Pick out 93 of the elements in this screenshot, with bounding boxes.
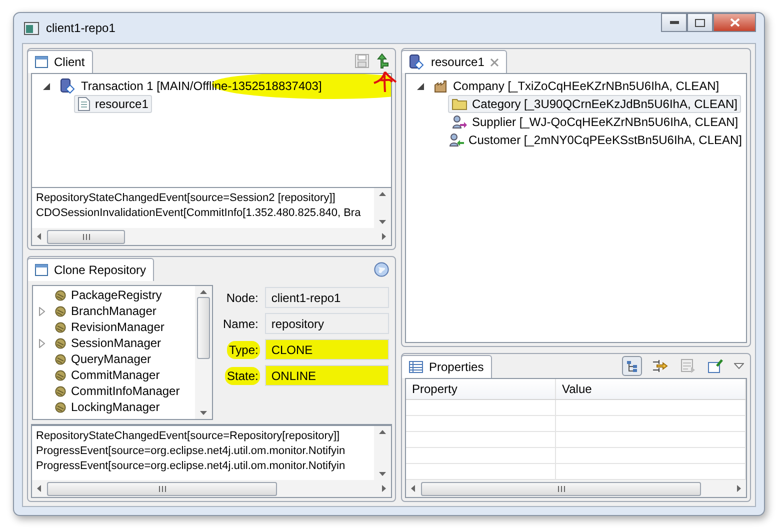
vertical-scrollbar[interactable] bbox=[374, 426, 391, 480]
tree-item[interactable]: CommitInfoManager bbox=[51, 382, 184, 400]
log-line: ProgressEvent[source=org.eclipse.net4j.util.om.monitor.Notifyin bbox=[36, 459, 346, 474]
log-line: RepositoryStateChangedEvent[source=Repository[repository]] bbox=[36, 429, 340, 444]
log-line: ProgressEvent[source=org.eclipse.net4j.util.om.monitor.Notifyin bbox=[36, 444, 346, 459]
editor-tab[interactable]: resource1 bbox=[401, 50, 508, 73]
pin-icon bbox=[708, 359, 724, 373]
scroll-left-icon[interactable] bbox=[37, 233, 41, 240]
globe-icon[interactable] bbox=[374, 262, 389, 276]
app-icon bbox=[24, 22, 39, 34]
expand-icon[interactable] bbox=[38, 338, 44, 348]
expand-icon[interactable] bbox=[38, 306, 44, 316]
tree-item[interactable]: LockingManager bbox=[51, 398, 164, 416]
field-label: Name: bbox=[222, 316, 260, 332]
close-button[interactable] bbox=[713, 13, 756, 32]
grip-icon bbox=[158, 486, 166, 492]
scroll-up-icon[interactable] bbox=[379, 192, 386, 196]
log-line: CDOSessionInvalidationEvent[CommitInfo[1.352.480.825.840, Bra bbox=[36, 206, 361, 221]
scroll-down-icon[interactable] bbox=[200, 411, 207, 415]
tree-item[interactable]: RevisionManager bbox=[51, 318, 168, 336]
maximize-button[interactable] bbox=[687, 13, 713, 32]
scroll-up-icon[interactable] bbox=[379, 430, 386, 434]
close-icon[interactable] bbox=[490, 58, 500, 66]
collapse-icon[interactable] bbox=[43, 82, 50, 90]
filter-arrow-icon bbox=[652, 359, 668, 373]
folder-icon bbox=[452, 98, 467, 110]
scroll-left-icon[interactable] bbox=[37, 485, 41, 492]
maximize-icon bbox=[695, 18, 705, 26]
tree-item[interactable]: BranchManager bbox=[51, 302, 160, 320]
scroll-down-icon[interactable] bbox=[379, 472, 386, 476]
table-icon bbox=[409, 361, 423, 373]
scroll-right-icon[interactable] bbox=[382, 233, 386, 240]
read-only-field: ONLINE bbox=[265, 365, 389, 386]
vertical-scrollbar[interactable] bbox=[374, 188, 391, 228]
view-tab[interactable]: Clone Repository bbox=[27, 258, 154, 281]
bean-icon bbox=[55, 306, 66, 316]
toolbar-button[interactable] bbox=[622, 356, 642, 376]
minimize-icon bbox=[670, 21, 678, 24]
tree-item[interactable]: Customer [_2mNY0CqPEeKSstBn5U6IhA, CLEAN] bbox=[444, 131, 746, 149]
database-icon bbox=[409, 54, 425, 70]
bean-icon bbox=[55, 354, 66, 364]
scroll-up-icon[interactable] bbox=[200, 290, 207, 294]
read-only-field: client1-repo1 bbox=[265, 287, 389, 308]
tree-item[interactable]: QueryManager bbox=[51, 350, 156, 368]
scroll-left-icon[interactable] bbox=[411, 485, 415, 492]
tree-item[interactable]: CommitManager bbox=[51, 366, 164, 384]
grip-icon bbox=[558, 486, 564, 492]
table-reset-icon bbox=[680, 359, 696, 373]
scroll-right-icon[interactable] bbox=[382, 485, 386, 492]
window-title: client1-repo1 bbox=[46, 21, 116, 35]
vertical-scrollbar[interactable] bbox=[195, 286, 212, 419]
column-header[interactable]: Value bbox=[556, 379, 746, 400]
read-only-field: CLONE bbox=[265, 339, 389, 360]
bean-icon bbox=[55, 322, 66, 332]
tree-item[interactable]: Company [_TxiZoCqHEeKZrNBn5U6IhA, CLEAN] bbox=[430, 77, 724, 95]
bean-icon bbox=[55, 402, 66, 412]
bean-icon bbox=[55, 290, 66, 300]
person-arrow-icon bbox=[452, 115, 467, 129]
person-arrow-icon bbox=[448, 133, 464, 147]
field-label: Type: bbox=[226, 340, 260, 358]
scribble-arrow-drawing bbox=[373, 71, 397, 93]
horizontal-scrollbar[interactable] bbox=[32, 480, 391, 497]
view-icon bbox=[35, 56, 48, 68]
tree-item[interactable]: Category [_3U90QCrnEeKzJdBn5U6IhA, CLEAN] bbox=[448, 95, 742, 113]
collapse-icon[interactable] bbox=[417, 82, 424, 90]
field-label: State: bbox=[224, 366, 260, 384]
document-icon bbox=[78, 97, 90, 111]
close-icon bbox=[730, 18, 740, 27]
bean-icon bbox=[55, 386, 66, 396]
minimize-button[interactable] bbox=[661, 13, 687, 32]
view-tab[interactable]: Properties bbox=[401, 355, 492, 378]
arrow-up-icon[interactable] bbox=[377, 53, 389, 69]
view-icon bbox=[35, 264, 48, 276]
horizontal-scrollbar[interactable] bbox=[406, 480, 746, 497]
view-tab[interactable]: Client bbox=[27, 50, 93, 73]
scroll-right-icon[interactable] bbox=[737, 485, 741, 492]
log-line: RepositoryStateChangedEvent[source=Session2 [repository]] bbox=[36, 191, 336, 206]
factory-icon bbox=[434, 80, 448, 92]
tree-item[interactable]: resource1 bbox=[74, 95, 152, 113]
read-only-field: repository bbox=[265, 313, 389, 334]
bean-icon bbox=[55, 338, 66, 348]
tree-view-icon bbox=[626, 360, 638, 372]
dropdown-icon[interactable] bbox=[734, 363, 744, 369]
grip-icon bbox=[82, 234, 90, 240]
horizontal-scrollbar[interactable] bbox=[32, 228, 391, 245]
tree-item[interactable]: PackageRegistry bbox=[51, 286, 166, 304]
field-label: Node: bbox=[225, 290, 260, 306]
tree-item[interactable]: Supplier [_WJ-QoCqHEeKZrNBn5U6IhA, CLEAN] bbox=[448, 113, 742, 131]
column-header[interactable]: Property bbox=[406, 379, 556, 400]
bean-icon bbox=[55, 370, 66, 380]
scroll-down-icon[interactable] bbox=[379, 220, 386, 224]
tree-item[interactable]: SessionManager bbox=[51, 334, 166, 352]
database-icon bbox=[60, 78, 76, 94]
